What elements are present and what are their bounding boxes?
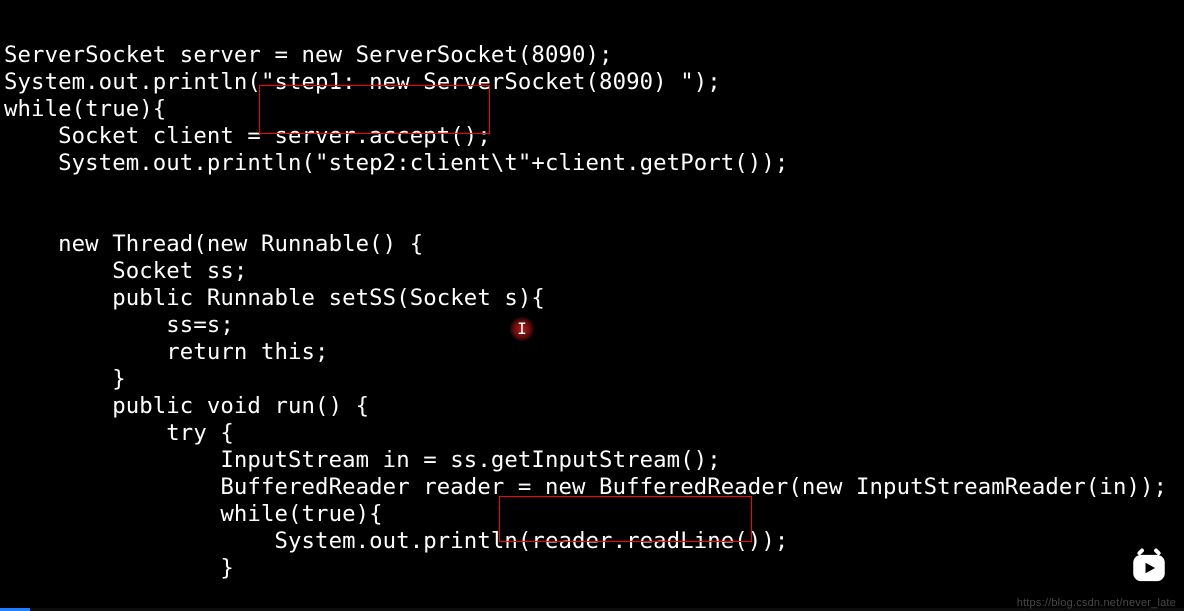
code-block: ServerSocket server = new ServerSocket(8… bbox=[4, 42, 1180, 582]
text-cursor-indicator: I bbox=[510, 317, 534, 341]
video-play-icon[interactable] bbox=[1128, 547, 1170, 589]
